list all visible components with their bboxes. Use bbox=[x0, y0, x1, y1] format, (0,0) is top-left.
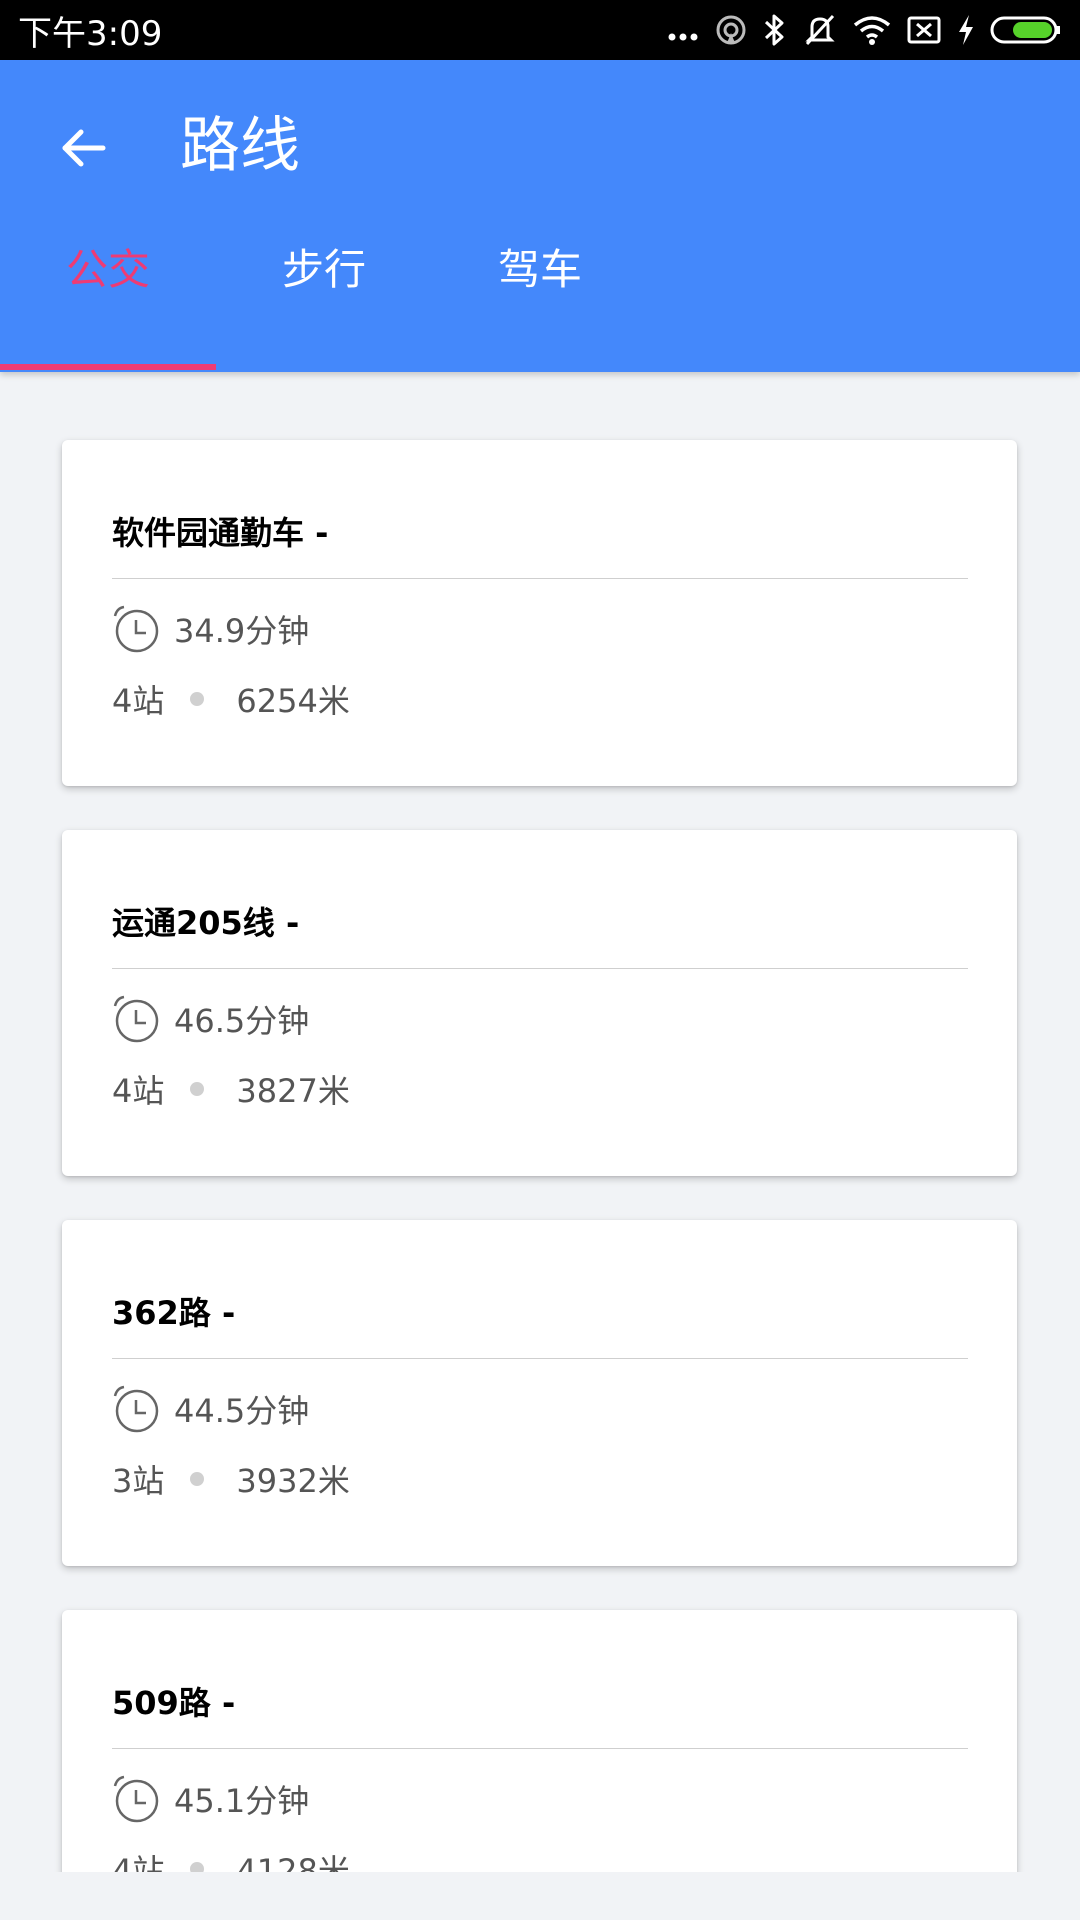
tab-indicator bbox=[0, 364, 216, 370]
duration-row: 46.5分钟 bbox=[112, 994, 309, 1044]
alarm-clock-icon bbox=[113, 995, 159, 1043]
alarm-clock-icon bbox=[113, 605, 159, 653]
meta-row: 3站 3932米 bbox=[112, 1456, 350, 1502]
tab-drive[interactable]: 驾车 bbox=[432, 212, 648, 312]
route-distance: 3827米 bbox=[236, 1072, 350, 1110]
divider bbox=[112, 578, 968, 579]
battery-icon bbox=[990, 13, 1062, 47]
vibrate-off-icon bbox=[802, 13, 838, 47]
tab-bar: 公交 步行 驾车 bbox=[0, 212, 648, 312]
separator-dot bbox=[190, 1472, 205, 1486]
separator-dot bbox=[190, 692, 205, 706]
duration-row: 44.5分钟 bbox=[112, 1384, 309, 1434]
route-duration: 34.9分钟 bbox=[174, 612, 310, 650]
separator-dot bbox=[190, 1862, 205, 1872]
duration-row: 45.1分钟 bbox=[112, 1774, 309, 1824]
route-distance: 4128米 bbox=[236, 1852, 350, 1872]
page-title: 路线 bbox=[180, 111, 300, 181]
divider bbox=[112, 1748, 968, 1749]
meta-row: 4站 6254米 bbox=[112, 676, 350, 722]
route-distance: 3932米 bbox=[236, 1462, 350, 1500]
wifi-icon bbox=[852, 13, 892, 47]
meta-row: 4站 4128米 bbox=[112, 1846, 350, 1872]
bottom-strip bbox=[0, 1872, 1080, 1920]
route-duration: 45.1分钟 bbox=[174, 1782, 310, 1820]
duration-row: 34.9分钟 bbox=[112, 604, 309, 654]
charging-icon bbox=[956, 13, 976, 47]
route-name: 运通205线 - bbox=[112, 904, 300, 942]
tab-walk[interactable]: 步行 bbox=[216, 212, 432, 312]
route-list: 软件园通勤车 - 34.9分钟 4站 6254米 运通205线 - 46.5分钟 bbox=[0, 372, 1080, 1872]
route-stops: 3站 bbox=[112, 1462, 165, 1500]
route-duration: 46.5分钟 bbox=[174, 1002, 310, 1040]
separator-dot bbox=[190, 1082, 205, 1096]
route-card[interactable]: 509路 - 45.1分钟 4站 4128米 bbox=[62, 1610, 1017, 1872]
alarm-clock-icon bbox=[113, 1775, 159, 1823]
route-duration: 44.5分钟 bbox=[174, 1392, 310, 1430]
route-card[interactable]: 软件园通勤车 - 34.9分钟 4站 6254米 bbox=[62, 440, 1017, 786]
route-name: 362路 - bbox=[112, 1294, 236, 1332]
route-stops: 4站 bbox=[112, 682, 165, 720]
divider bbox=[112, 1358, 968, 1359]
no-sim-icon bbox=[906, 13, 942, 47]
hotspot-icon bbox=[714, 13, 748, 47]
route-name: 软件园通勤车 - bbox=[112, 514, 329, 552]
status-time: 下午3:09 bbox=[18, 13, 163, 54]
alarm-clock-icon bbox=[113, 1385, 159, 1433]
route-distance: 6254米 bbox=[236, 682, 350, 720]
divider bbox=[112, 968, 968, 969]
meta-row: 4站 3827米 bbox=[112, 1066, 350, 1112]
route-card[interactable]: 362路 - 44.5分钟 3站 3932米 bbox=[62, 1220, 1017, 1566]
tab-bus[interactable]: 公交 bbox=[0, 212, 216, 312]
route-name: 509路 - bbox=[112, 1684, 236, 1722]
bluetooth-icon bbox=[762, 13, 788, 47]
route-stops: 4站 bbox=[112, 1852, 165, 1872]
more-dots-icon bbox=[666, 13, 700, 47]
route-stops: 4站 bbox=[112, 1072, 165, 1110]
status-icons bbox=[666, 13, 1062, 47]
back-button[interactable] bbox=[48, 112, 120, 184]
route-card[interactable]: 运通205线 - 46.5分钟 4站 3827米 bbox=[62, 830, 1017, 1176]
status-bar: 下午3:09 bbox=[0, 0, 1080, 60]
arrow-left-icon bbox=[62, 129, 106, 167]
